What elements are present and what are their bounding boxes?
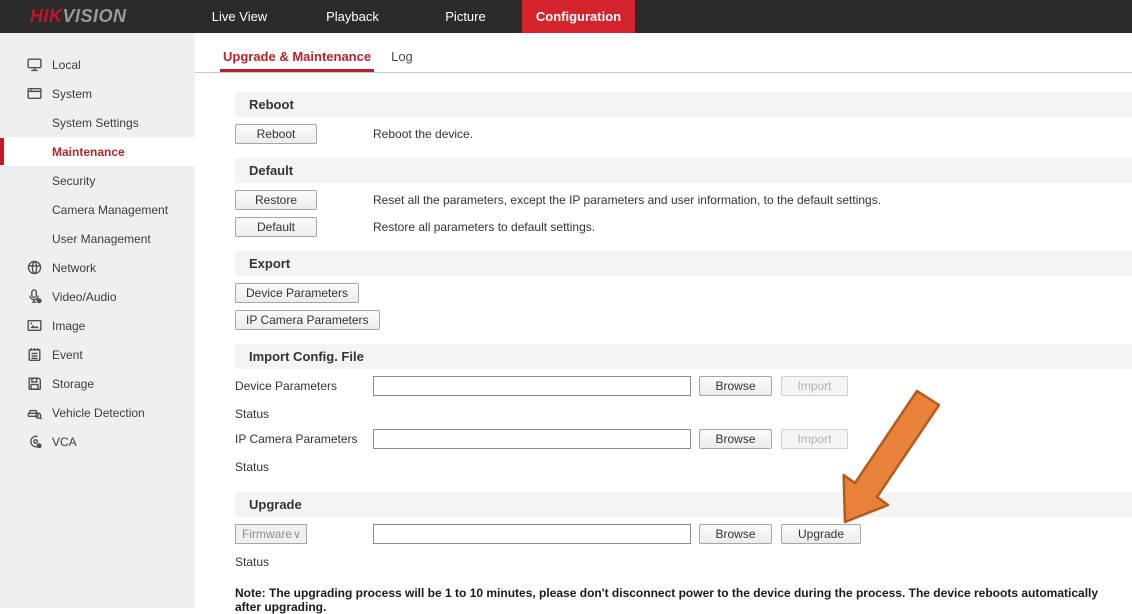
hikvision-config-page: { "colors": { "brand_red": "#c5142c", "n… <box>0 0 1132 608</box>
device-parameters-input[interactable] <box>373 376 691 396</box>
sidebar-item-camera-management[interactable]: Camera Management <box>0 195 195 224</box>
sidebar-item-user-management[interactable]: User Management <box>0 224 195 253</box>
default-description: Restore all parameters to default settin… <box>373 220 595 234</box>
hikvision-logo: HIKVISION <box>30 0 127 33</box>
top-nav: HIKVISION Live View Playback Picture Con… <box>0 0 1132 33</box>
maintenance-sections: Reboot Reboot Reboot the device. Default… <box>195 73 1132 614</box>
image-icon <box>26 317 43 334</box>
globe-icon <box>26 259 43 276</box>
ip-camera-parameters-label: IP Camera Parameters <box>235 432 373 446</box>
sidebar-item-label: Local <box>52 58 81 72</box>
reboot-description: Reboot the device. <box>373 127 473 141</box>
sidebar-item-label: VCA <box>52 435 77 449</box>
reboot-row: Reboot Reboot the device. <box>235 124 1132 144</box>
sidebar-item-maintenance[interactable]: Maintenance <box>0 137 195 166</box>
nav-configuration[interactable]: Configuration <box>522 0 635 33</box>
sidebar-item-label: Video/Audio <box>52 290 117 304</box>
import-device-row: Device Parameters Browse Import <box>235 376 1132 396</box>
vca-icon <box>26 433 43 450</box>
tab-log[interactable]: Log <box>388 49 416 72</box>
section-header-default: Default <box>235 158 1132 183</box>
import-ipcam-row: IP Camera Parameters Browse Import <box>235 429 1132 449</box>
storage-icon <box>26 375 43 392</box>
ipcam-import-status-label: Status <box>235 460 1132 475</box>
section-title: Import Config. File <box>249 349 364 364</box>
content-tabbar: Upgrade & Maintenance Log <box>195 33 1132 73</box>
restore-button[interactable]: Restore <box>235 190 317 210</box>
sidebar-item-vca[interactable]: VCA <box>0 427 195 456</box>
monitor-icon <box>26 56 43 73</box>
device-import-status-label: Status <box>235 407 1132 422</box>
default-button[interactable]: Default <box>235 217 317 237</box>
reboot-button[interactable]: Reboot <box>235 124 317 144</box>
sidebar: Local System System Settings Maintenance… <box>0 33 195 608</box>
export-ipcam-row: IP Camera Parameters <box>235 310 1132 330</box>
firmware-type-value: Firmware <box>242 527 292 541</box>
sidebar-item-system[interactable]: System <box>0 79 195 108</box>
section-title: Reboot <box>249 97 294 112</box>
upgrade-status-label: Status <box>235 555 1132 570</box>
section-title: Upgrade <box>249 497 302 512</box>
nav-playback[interactable]: Playback <box>296 0 409 33</box>
sidebar-item-label: Vehicle Detection <box>52 406 145 420</box>
sidebar-item-label: System <box>52 87 92 101</box>
sidebar-item-label: System Settings <box>52 116 139 130</box>
microphone-icon <box>26 288 43 305</box>
event-icon <box>26 346 43 363</box>
sidebar-item-label: Event <box>52 348 83 362</box>
upgrade-row: Firmware ∨ Browse Upgrade <box>235 524 1132 544</box>
sidebar-item-local[interactable]: Local <box>0 50 195 79</box>
sidebar-item-label: User Management <box>52 232 151 246</box>
window-icon <box>26 85 43 102</box>
sidebar-item-label: Storage <box>52 377 94 391</box>
sidebar-item-label: Maintenance <box>52 145 125 159</box>
section-header-export: Export <box>235 251 1132 276</box>
upgrade-note: Note: The upgrading process will be 1 to… <box>235 586 1132 614</box>
nav-picture[interactable]: Picture <box>409 0 522 33</box>
logo-vision-text: VISION <box>63 6 127 27</box>
device-import-button[interactable]: Import <box>781 376 848 396</box>
sidebar-item-label: Network <box>52 261 96 275</box>
upgrade-button[interactable]: Upgrade <box>781 524 861 544</box>
tab-upgrade-maintenance[interactable]: Upgrade & Maintenance <box>220 49 374 72</box>
section-header-reboot: Reboot <box>235 92 1132 117</box>
sidebar-item-storage[interactable]: Storage <box>0 369 195 398</box>
firmware-file-input[interactable] <box>373 524 691 544</box>
sidebar-item-system-settings[interactable]: System Settings <box>0 108 195 137</box>
restore-description: Reset all the parameters, except the IP … <box>373 193 881 207</box>
section-header-import: Import Config. File <box>235 344 1132 369</box>
ip-camera-parameters-input[interactable] <box>373 429 691 449</box>
logo-hik-text: HIK <box>30 6 63 27</box>
sidebar-item-security[interactable]: Security <box>0 166 195 195</box>
section-title: Export <box>249 256 290 271</box>
default-row: Default Restore all parameters to defaul… <box>235 217 1132 237</box>
sidebar-item-image[interactable]: Image <box>0 311 195 340</box>
restore-row: Restore Reset all the parameters, except… <box>235 190 1132 210</box>
vehicle-detection-icon <box>26 404 43 421</box>
main-content: Upgrade & Maintenance Log Reboot Reboot … <box>195 33 1132 608</box>
section-header-upgrade: Upgrade <box>235 492 1132 517</box>
sidebar-item-vehicle-detection[interactable]: Vehicle Detection <box>0 398 195 427</box>
export-device-parameters-button[interactable]: Device Parameters <box>235 283 359 303</box>
main-nav: Live View Playback Picture Configuration <box>183 0 635 33</box>
sidebar-item-event[interactable]: Event <box>0 340 195 369</box>
export-device-row: Device Parameters <box>235 283 1132 303</box>
sidebar-item-label: Image <box>52 319 85 333</box>
nav-live-view[interactable]: Live View <box>183 0 296 33</box>
chevron-down-icon: ∨ <box>293 528 301 541</box>
sidebar-item-label: Security <box>52 174 95 188</box>
section-title: Default <box>249 163 293 178</box>
ipcam-import-button[interactable]: Import <box>781 429 848 449</box>
sidebar-item-label: Camera Management <box>52 203 168 217</box>
device-browse-button[interactable]: Browse <box>699 376 772 396</box>
sidebar-item-network[interactable]: Network <box>0 253 195 282</box>
firmware-type-select[interactable]: Firmware ∨ <box>235 524 307 544</box>
firmware-browse-button[interactable]: Browse <box>699 524 772 544</box>
ipcam-browse-button[interactable]: Browse <box>699 429 772 449</box>
export-ip-camera-parameters-button[interactable]: IP Camera Parameters <box>235 310 380 330</box>
sidebar-item-video-audio[interactable]: Video/Audio <box>0 282 195 311</box>
device-parameters-label: Device Parameters <box>235 379 373 393</box>
